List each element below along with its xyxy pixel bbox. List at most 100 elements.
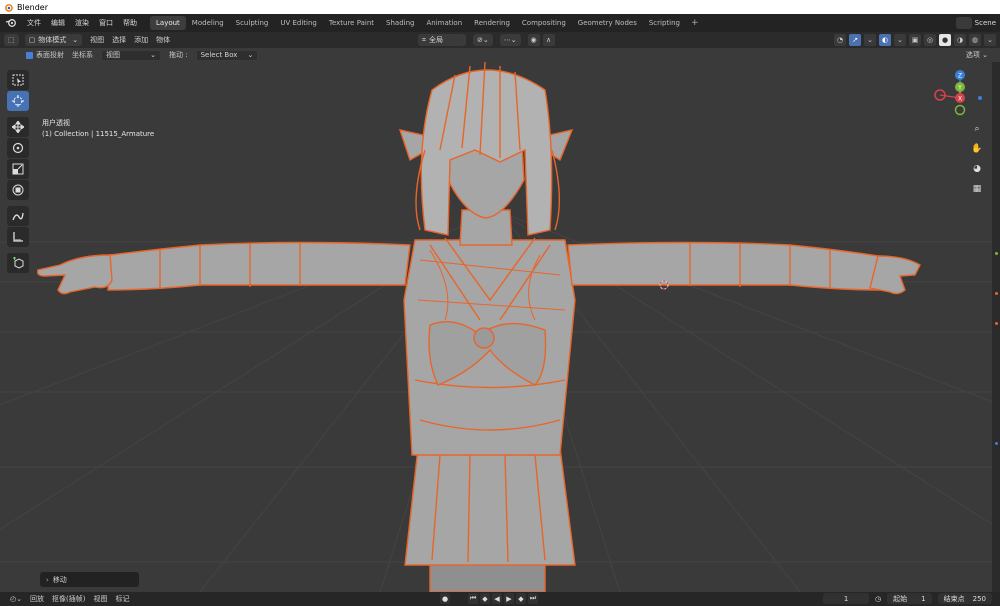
rendered-sphere-icon: ◍ bbox=[971, 36, 979, 44]
overlay-dropdown[interactable]: ⌄ bbox=[894, 34, 906, 46]
drag-dropdown[interactable]: Select Box ⌄ bbox=[195, 49, 259, 61]
tab-compositing[interactable]: Compositing bbox=[516, 16, 572, 30]
mode-dropdown[interactable]: ▢ 物体模式 ⌄ bbox=[24, 34, 83, 46]
chevron-down-icon: ⌄ bbox=[247, 50, 254, 59]
timeline-editor-icon[interactable]: ◴⌄ bbox=[6, 595, 26, 603]
menu-edit[interactable]: 编辑 bbox=[46, 14, 70, 32]
gizmo-dropdown[interactable]: ⌄ bbox=[864, 34, 876, 46]
visibility-dropdown[interactable]: ◔ bbox=[834, 34, 846, 46]
last-operator-panel[interactable]: › 移动 bbox=[40, 572, 139, 587]
shading-material[interactable]: ◑ bbox=[954, 34, 966, 46]
tab-scripting[interactable]: Scripting bbox=[643, 16, 686, 30]
tool-measure[interactable] bbox=[7, 227, 29, 247]
pan-button[interactable]: ✋ bbox=[968, 140, 986, 158]
menu-window[interactable]: 窗口 bbox=[94, 14, 118, 32]
camera-view-button[interactable]: ◕ bbox=[968, 160, 986, 178]
prev-keyframe-button[interactable]: ◆ bbox=[480, 593, 490, 604]
zoom-icon: ⌕ bbox=[974, 124, 980, 134]
editor-type-button[interactable]: ⬚ bbox=[4, 34, 19, 46]
3d-cursor-icon[interactable] bbox=[658, 279, 670, 291]
menu-file[interactable]: 文件 bbox=[22, 14, 46, 32]
xray-toggle[interactable]: ▣ bbox=[909, 34, 921, 46]
timeline-bar: ◴⌄ 回放 抠像(插帧) 视图 标记 ● ⏮ ◆ ◀ ▶ ◆ ⏭ 1 ◷ 起始 … bbox=[0, 592, 1000, 606]
coordinate-system-dropdown[interactable]: 视图 ⌄ bbox=[101, 49, 161, 61]
clock-icon[interactable]: ◷ bbox=[875, 595, 881, 603]
jump-end-button[interactable]: ⏭ bbox=[528, 593, 538, 604]
tool-add-cube[interactable] bbox=[7, 253, 29, 273]
start-frame-field[interactable]: 起始 1 bbox=[887, 593, 932, 604]
viewport-info: 用户透视 (1) Collection | 11515_Armature bbox=[42, 118, 154, 140]
orientation-dropdown[interactable]: ⌗ 全局 bbox=[418, 34, 466, 46]
grid-icon: ▦ bbox=[972, 184, 982, 194]
chevron-down-icon: ⌄ bbox=[867, 36, 873, 44]
record-button[interactable]: ● bbox=[440, 593, 450, 604]
timeline-menu-marker[interactable]: 标记 bbox=[111, 594, 133, 604]
current-frame-value: 1 bbox=[843, 594, 849, 603]
next-keyframe-button[interactable]: ◆ bbox=[516, 593, 526, 604]
play-button[interactable]: ▶ bbox=[504, 593, 514, 604]
tab-layout[interactable]: Layout bbox=[150, 16, 186, 30]
header-menu-select[interactable]: 选择 bbox=[108, 35, 130, 45]
header-menu-view[interactable]: 视图 bbox=[86, 35, 108, 45]
scene-icon[interactable] bbox=[955, 17, 972, 29]
options-dropdown[interactable]: 选项 ⌄ bbox=[966, 50, 988, 60]
proportional-edit-toggle[interactable]: ◉ bbox=[527, 34, 540, 46]
sidebar-tab-marker bbox=[995, 292, 998, 295]
hand-icon: ✋ bbox=[971, 144, 983, 154]
shading-dropdown[interactable]: ⌄ bbox=[984, 34, 996, 46]
tab-geometry-nodes[interactable]: Geometry Nodes bbox=[572, 16, 643, 30]
3d-viewport[interactable]: 用户透视 (1) Collection | 11515_Armature bbox=[0, 48, 1000, 592]
gizmo-toggle[interactable]: ↗ bbox=[849, 34, 861, 46]
shading-wireframe[interactable]: ◎ bbox=[924, 34, 936, 46]
overlay-toggle[interactable]: ◐ bbox=[879, 34, 891, 46]
tab-modeling[interactable]: Modeling bbox=[186, 16, 230, 30]
header-menu-object[interactable]: 物体 bbox=[152, 35, 174, 45]
tool-transform[interactable] bbox=[7, 180, 29, 200]
gizmo-neg-z-axis[interactable] bbox=[978, 96, 982, 100]
timeline-menu-keying[interactable]: 抠像(插帧) bbox=[48, 594, 89, 604]
tool-annotate[interactable] bbox=[7, 206, 29, 226]
tool-cursor[interactable] bbox=[7, 91, 29, 111]
timeline-menu-playback[interactable]: 回放 bbox=[26, 594, 48, 604]
current-frame-field[interactable]: 1 bbox=[823, 593, 870, 604]
shading-rendered[interactable]: ◍ bbox=[969, 34, 981, 46]
transform-controls: ⌗ 全局 ⊘⌄ ⋯⌄ ◉ ∧ bbox=[418, 34, 555, 46]
navigation-gizmo[interactable]: Z Y X bbox=[930, 68, 990, 128]
window-title: Blender bbox=[17, 2, 48, 12]
frame-range: 1 ◷ 起始 1 结束点 250 bbox=[823, 593, 992, 604]
snap-dropdown[interactable]: ⋯⌄ bbox=[499, 34, 521, 46]
scene-selector[interactable]: Scene bbox=[955, 14, 1000, 32]
gizmo-icon: ↗ bbox=[852, 36, 858, 44]
gizmo-neg-y-axis[interactable] bbox=[954, 104, 966, 116]
tool-move[interactable] bbox=[7, 117, 29, 137]
tab-shading[interactable]: Shading bbox=[380, 16, 420, 30]
gizmo-y-label: Y bbox=[957, 85, 962, 92]
perspective-toggle[interactable]: ▦ bbox=[968, 180, 986, 198]
play-reverse-button[interactable]: ◀ bbox=[492, 593, 502, 604]
tab-uv-editing[interactable]: UV Editing bbox=[274, 16, 323, 30]
proportional-icon: ◉ bbox=[530, 36, 537, 44]
jump-start-button[interactable]: ⏮ bbox=[468, 593, 478, 604]
pivot-dropdown[interactable]: ⊘⌄ bbox=[473, 34, 493, 46]
end-frame-field[interactable]: 结束点 250 bbox=[937, 593, 992, 604]
view-name: 用户透视 bbox=[42, 119, 70, 127]
sidebar-edge[interactable] bbox=[992, 62, 1000, 592]
tool-rotate[interactable] bbox=[7, 138, 29, 158]
tab-sculpting[interactable]: Sculpting bbox=[230, 16, 275, 30]
zoom-button[interactable]: ⌕ bbox=[968, 120, 986, 138]
shading-solid[interactable]: ● bbox=[939, 34, 951, 46]
menu-render[interactable]: 渲染 bbox=[70, 14, 94, 32]
timeline-menu-view[interactable]: 视图 bbox=[89, 594, 111, 604]
menu-help[interactable]: 帮助 bbox=[118, 14, 142, 32]
material-sphere-icon: ◑ bbox=[956, 36, 964, 44]
tool-scale[interactable] bbox=[7, 159, 29, 179]
falloff-dropdown[interactable]: ∧ bbox=[542, 34, 555, 46]
add-workspace-button[interactable]: + bbox=[686, 18, 704, 28]
tab-rendering[interactable]: Rendering bbox=[468, 16, 516, 30]
tab-animation[interactable]: Animation bbox=[420, 16, 468, 30]
blender-menu-icon[interactable] bbox=[4, 17, 18, 29]
tab-texture-paint[interactable]: Texture Paint bbox=[323, 16, 380, 30]
surface-project-checkbox[interactable] bbox=[26, 51, 33, 59]
tool-select-box[interactable] bbox=[7, 70, 29, 90]
header-menu-add[interactable]: 添加 bbox=[130, 35, 152, 45]
